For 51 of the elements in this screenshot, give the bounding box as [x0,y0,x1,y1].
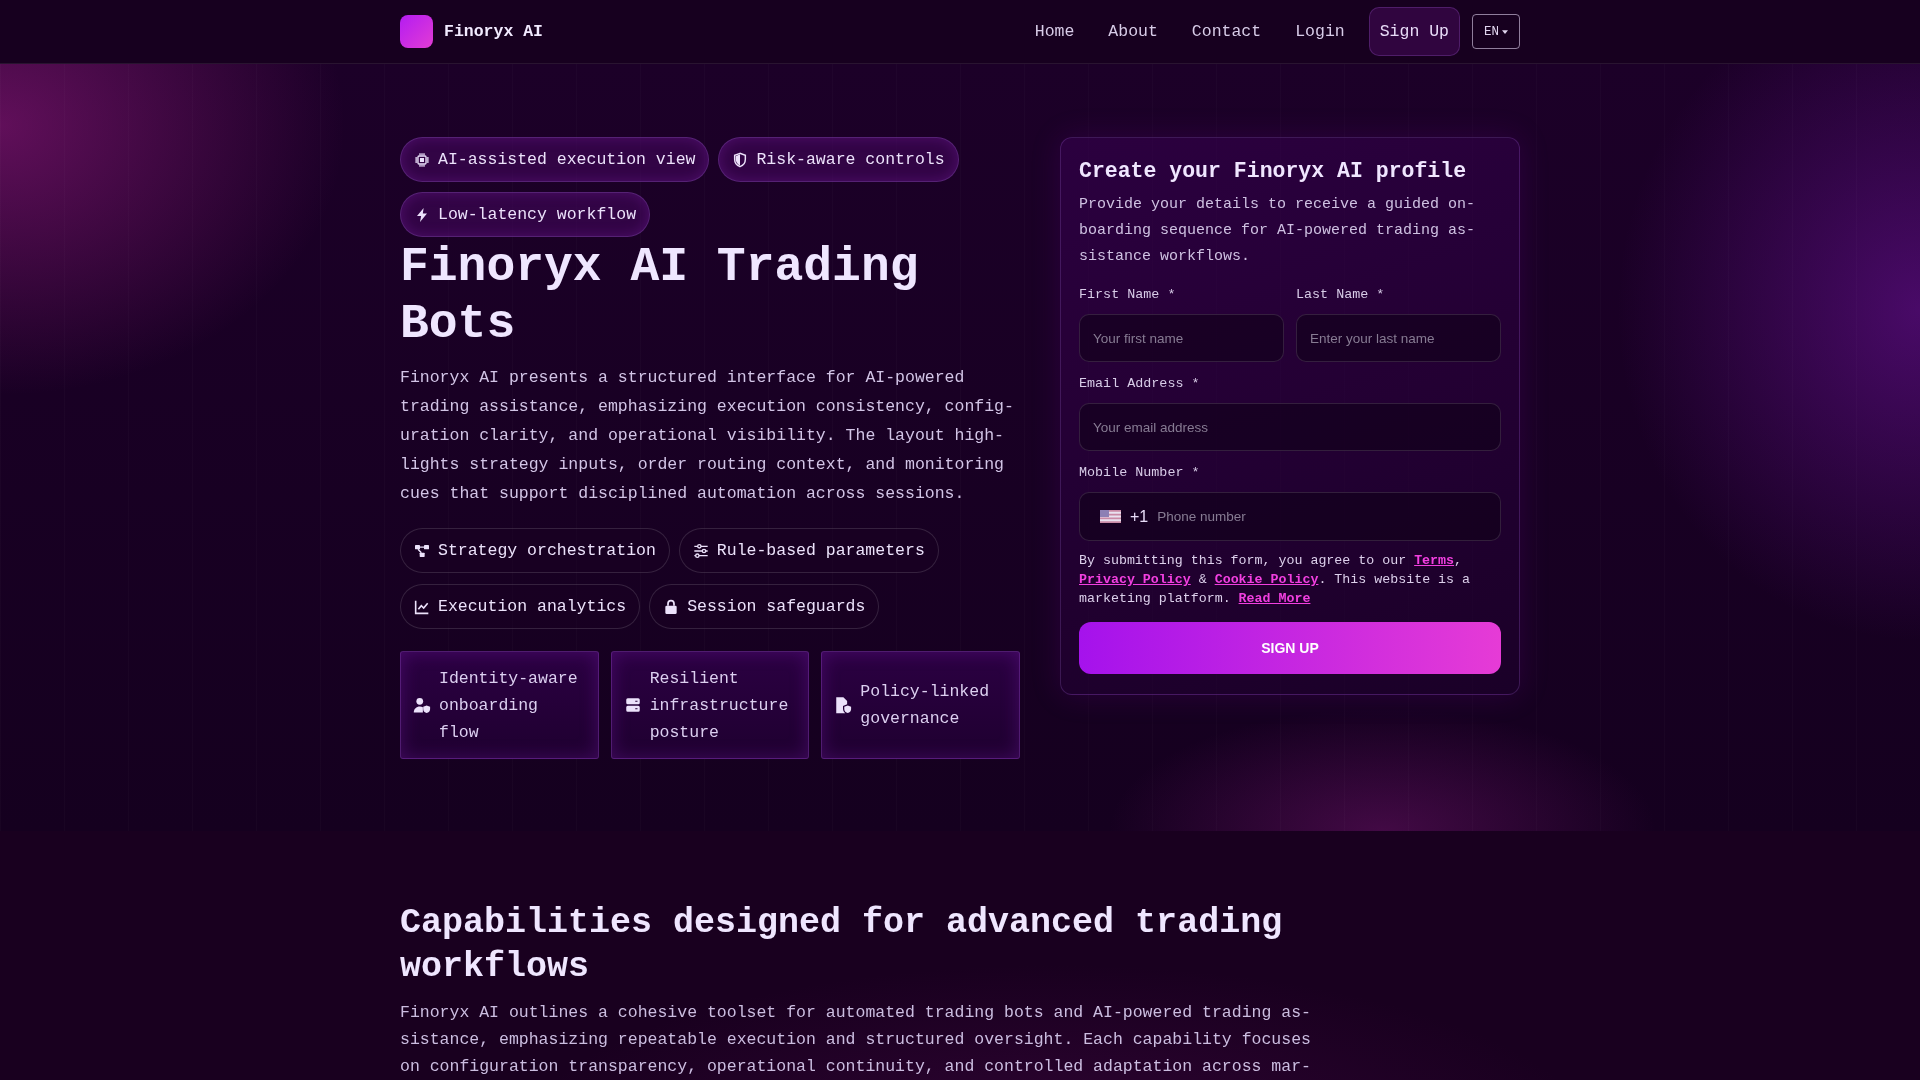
nav-link[interactable]: Login [1295,22,1345,41]
hero-title: Finoryx AI Trading Bots [400,239,920,353]
language-dropdown[interactable]: EN [1472,14,1520,49]
field-label: Last Name * [1296,286,1385,304]
caret-icon [1502,29,1508,34]
sliders-icon [692,542,709,559]
nodes-icon [414,542,430,559]
nav-link[interactable]: About [1108,22,1158,41]
chip-icon [414,151,430,168]
signup-button[interactable]: Sign Up [1368,7,1460,56]
text-link[interactable]: Read More [1238,591,1311,606]
dial-code: +1 [1130,507,1149,526]
consent-text: By submitting this form, you agree to our Terms, Privacy Policy & Cookie Policy. This website is a marketing platform. Read More [1079,552,1471,608]
field-label: Email Address * [1079,375,1200,393]
chip-label: Execution analytics [438,597,627,616]
nav-link[interactable]: Home [1034,22,1075,41]
field-label: Mobile Number * [1079,464,1200,482]
card-label: Identity-aware onboarding flow [439,667,579,744]
hero-description: Finoryx AI presents a structured interface for AI-powered trading assistance, emphasizing execution consistency, config- uration clarity, and operational visibility. The layout high- lights strategy inputs, order routing context, and monitoring cues that support disciplined automation across sessions. [400,367,1015,505]
section-title: Capabilities designed for advanced trading workflows [400,902,1284,989]
field-label: First Name * [1079,286,1176,304]
section-description: Finoryx AI outlines a cohesive toolset for automated trading bots and AI-powered trading as- sistance, emphasizing repeatable execution and structured oversight. Each capability focuses on configuration transparency, operational continuity, and controlled adaptation across mar- [400,1002,1312,1078]
brand-name[interactable]: Finoryx AI [444,22,544,41]
lock-icon [663,598,680,615]
card-label: Resilient infrastructure posture [649,667,790,744]
input-field[interactable]: Your email address [1079,403,1501,451]
signup-submit-button[interactable]: SIGN UP [1079,622,1501,674]
chip-label: Rule-based parameters [716,541,925,560]
phone-field[interactable]: +1 Phone number [1079,492,1501,541]
file-shield-icon [834,696,853,714]
text-link[interactable]: Privacy Policy [1079,572,1191,587]
text-link[interactable]: Cookie Policy [1214,572,1319,587]
user-shield-icon [413,696,431,714]
chip-label: Strategy orchestration [438,541,656,560]
input-field[interactable]: Enter your last name [1296,314,1501,362]
line-chart-icon [414,598,430,615]
input-field[interactable]: Your first name [1079,314,1284,362]
text-link[interactable]: Terms [1414,553,1455,568]
chip-label: Low-latency workflow [438,205,637,224]
phone-number-input[interactable]: Phone number [1157,506,1487,527]
nav-link[interactable]: Contact [1191,22,1262,41]
form-title: Create your Finoryx AI profile [1079,158,1468,185]
chip-label: Session safeguards [687,597,866,616]
logo-icon[interactable] [400,15,433,48]
chip-label: Risk-aware controls [756,150,945,169]
flag-icon [1100,510,1121,523]
server-icon [623,696,642,714]
chip-label: AI-assisted execution view [438,150,696,169]
shield-icon [732,151,749,168]
form-description: Provide your details to receive a guided on- boarding sequence for AI-powered trading as- sistance workflows. [1079,195,1477,267]
card-label: Policy-linked governance [860,681,991,730]
